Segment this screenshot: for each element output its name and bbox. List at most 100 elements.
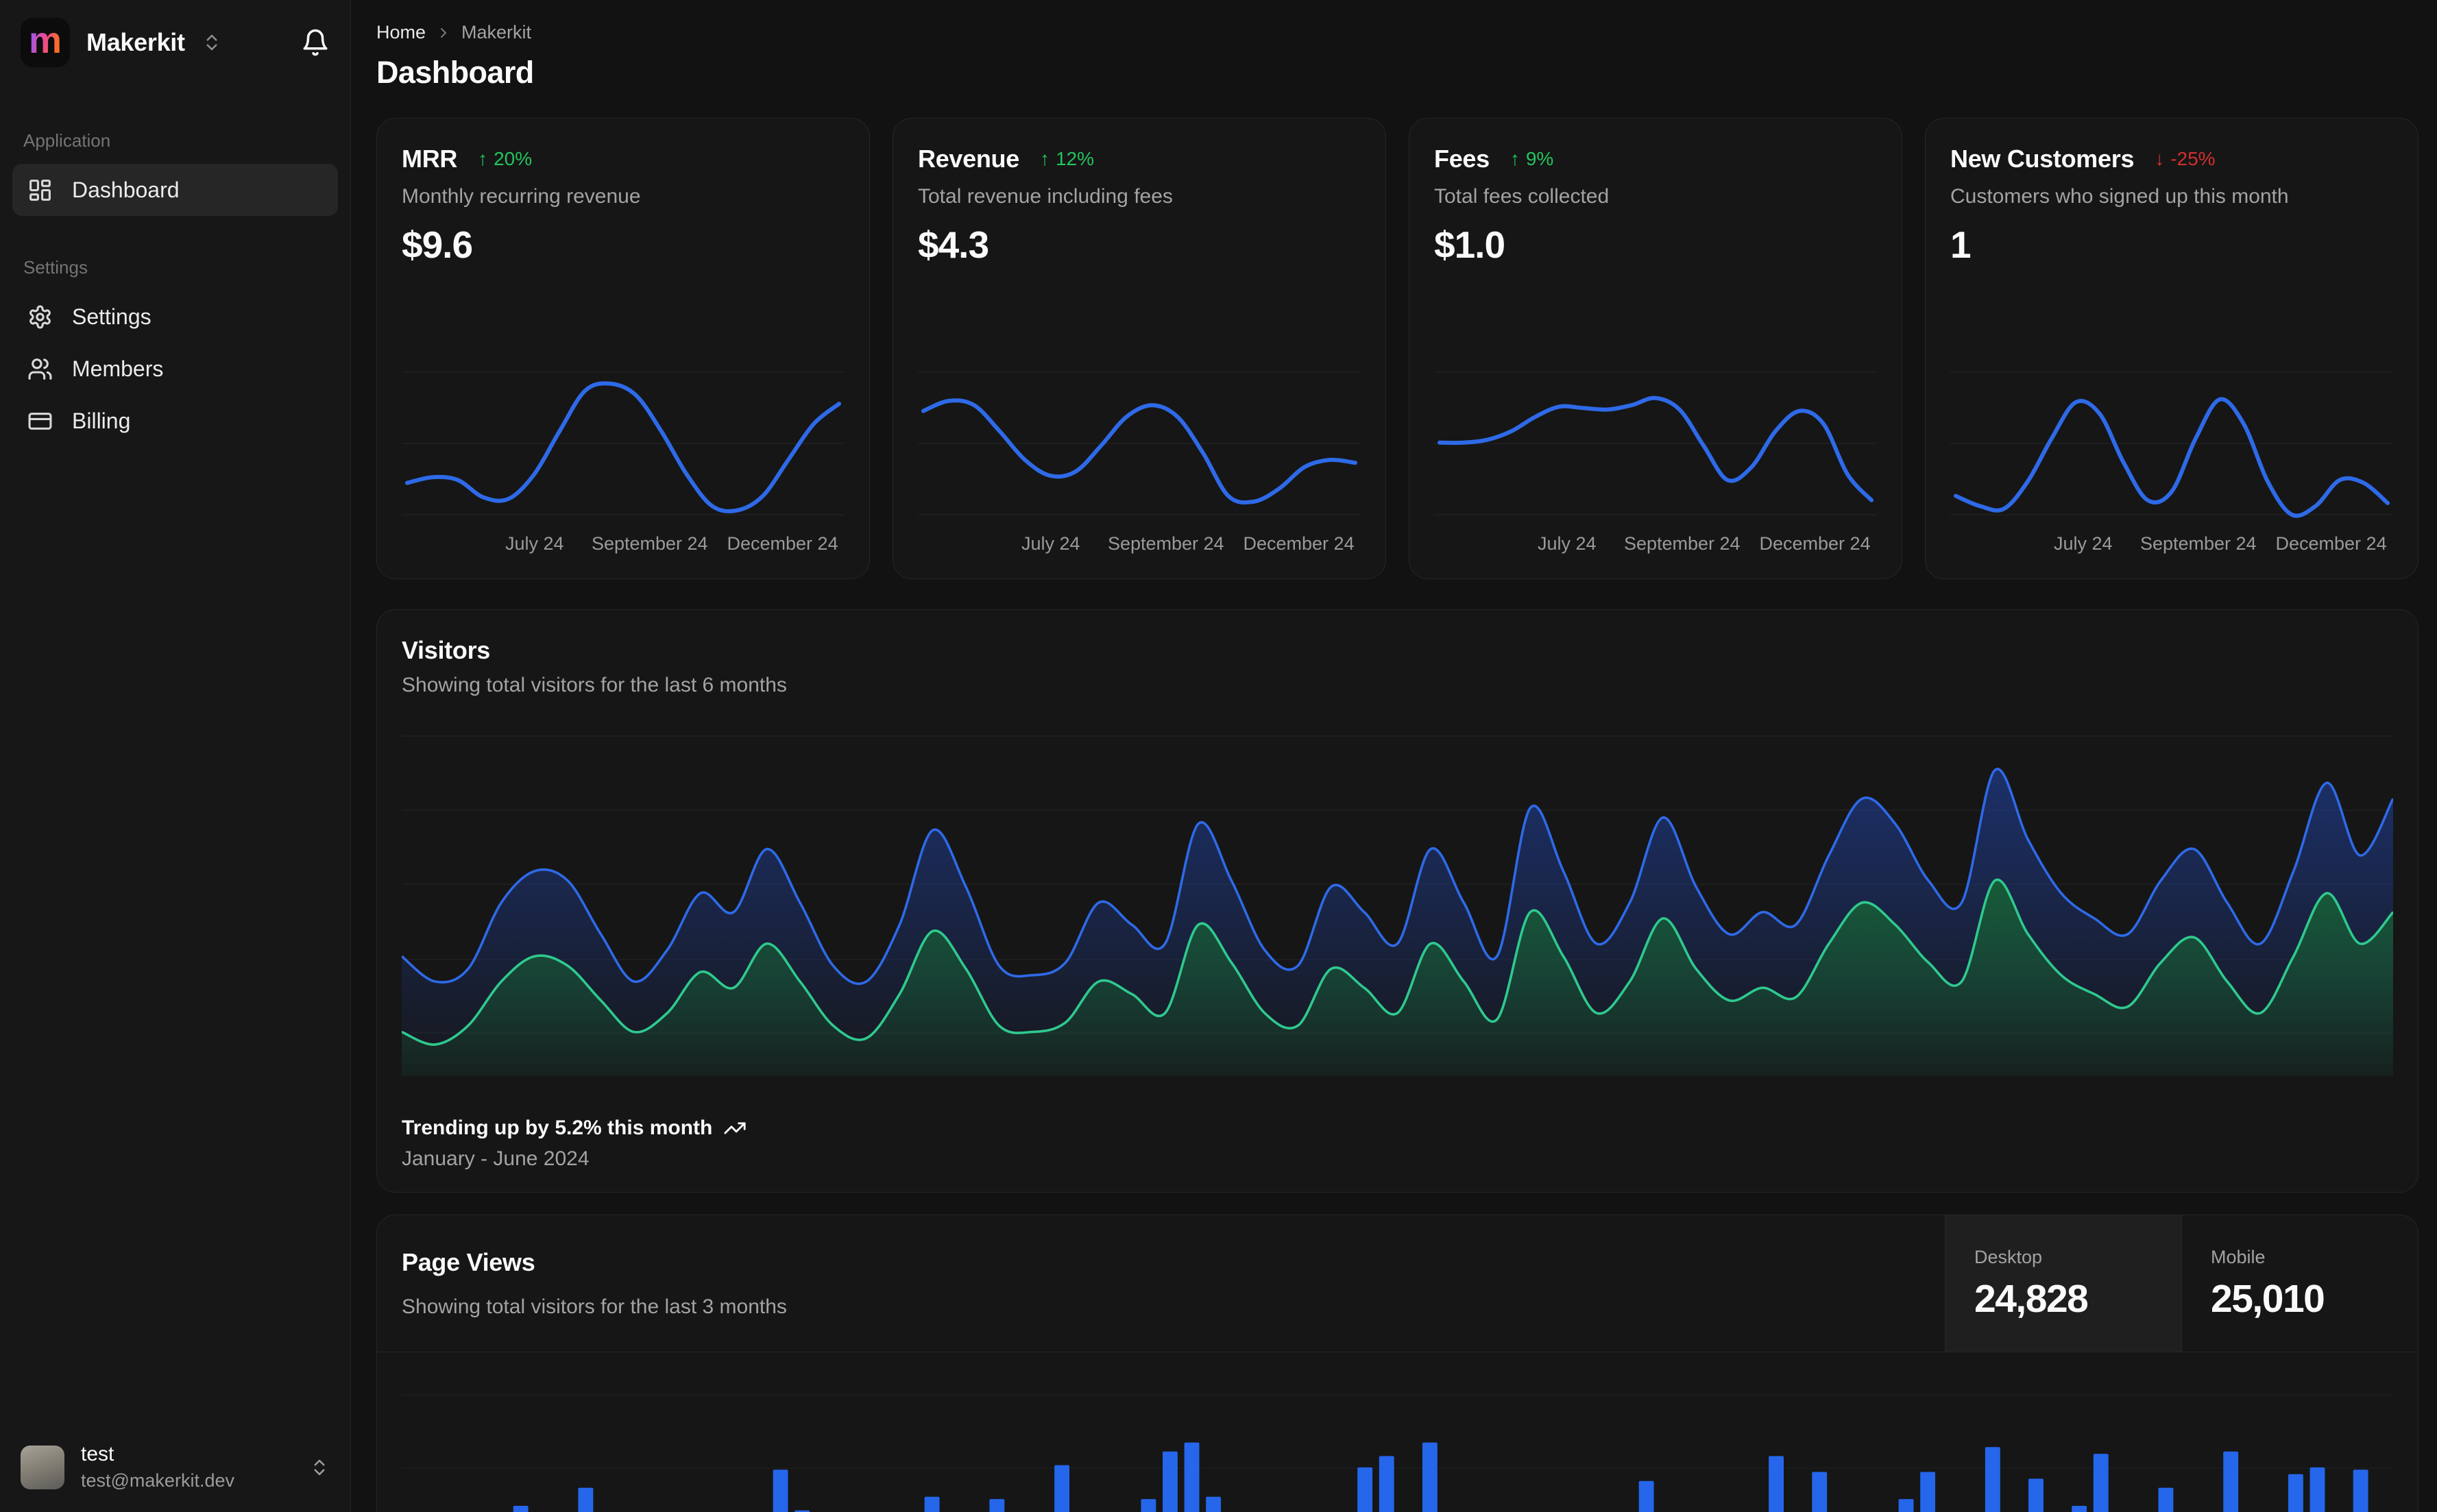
chevron-right-icon (441, 27, 447, 38)
breadcrumb-current: Makerkit (461, 22, 532, 42)
nav-section-label: Application (23, 130, 111, 151)
sparkline-x-axis: July 24 September 24 December 24 (918, 533, 1361, 562)
stat-value: $4.3 (918, 223, 989, 266)
sparkline-chart: July 24 September 24 December 24 (918, 356, 1361, 562)
stat-subtitle: Total fees collected (1434, 185, 1610, 208)
breadcrumb: Home Makerkit (376, 22, 2418, 43)
sparkline-chart: July 24 September 24 December 24 (402, 356, 845, 562)
x-tick-label: December 24 (1759, 533, 1871, 554)
stat-delta-badge: ↑ 12% (1040, 148, 1094, 170)
workspace-selector[interactable]: m Makerkit (0, 0, 350, 85)
sparkline-chart: July 24 September 24 December 24 (1434, 356, 1877, 562)
stat-title: Fees (1434, 145, 1490, 173)
visitors-title: Visitors (402, 636, 490, 664)
breadcrumb-home[interactable]: Home (376, 22, 426, 43)
billing-icon (28, 412, 52, 430)
chevrons-up-down-icon (206, 34, 217, 51)
x-tick-label: July 24 (2054, 533, 2113, 554)
user-name: test (81, 1443, 114, 1465)
visitors-subtitle: Showing total visitors for the last 6 mo… (402, 674, 787, 696)
sidebar-nav: Application Dashboard Settings Settings Memb… (0, 130, 350, 488)
main-content: Home Makerkit Dashboard MRR ↑ 20% Monthl… (351, 0, 2437, 1512)
stat-delta-badge: ↑ 20% (478, 148, 532, 170)
stat-delta-badge: ↓ -25% (2155, 148, 2215, 170)
stat-delta-value: 9% (1525, 148, 1554, 169)
desktop-value: 24,828 (1974, 1277, 2089, 1321)
page-views-bar-chart (402, 1394, 2393, 1512)
settings-icon (29, 305, 51, 328)
stat-delta-badge: ↑ 9% (1510, 148, 1553, 170)
stat-subtitle: Customers who signed up this month (1950, 185, 2289, 208)
stat-delta-value: -25% (2170, 148, 2216, 169)
page-views-title: Page Views (402, 1248, 535, 1276)
stat-delta-value: 20% (494, 148, 533, 169)
sidebar-item-billing[interactable]: Billing (12, 395, 338, 447)
x-tick-label: December 24 (727, 533, 838, 554)
sparkline-x-axis: July 24 September 24 December 24 (402, 533, 845, 562)
visitors-period: January - June 2024 (402, 1147, 590, 1170)
stat-title: MRR (402, 145, 458, 173)
dashboard-icon (29, 179, 51, 201)
stat-card: Revenue ↑ 12% Total revenue including fe… (893, 118, 1386, 579)
sidebar-item-members[interactable]: Members (12, 343, 338, 395)
bell-icon (303, 29, 328, 56)
trend-arrow-icon: ↑ (1039, 148, 1050, 169)
x-tick-label: September 24 (2139, 533, 2257, 554)
x-tick-label: September 24 (1623, 533, 1741, 554)
x-tick-label: September 24 (591, 533, 708, 554)
sidebar-item-label: Billing (72, 408, 131, 433)
user-menu[interactable]: test test@makerkit.dev (0, 1426, 350, 1512)
stat-value: 1 (1950, 223, 1972, 266)
trend-arrow-icon: ↓ (2155, 148, 2165, 169)
trending-up-icon (724, 1122, 746, 1134)
stat-card: MRR ↑ 20% Monthly recurring revenue $9.6… (376, 118, 870, 579)
makerkit-logo: m (21, 18, 70, 67)
nav-section-label: Settings (23, 257, 88, 278)
x-tick-label: July 24 (1021, 533, 1080, 554)
stat-card: Fees ↑ 9% Total fees collected $1.0 July… (1409, 118, 1902, 579)
stat-subtitle: Total revenue including fees (918, 185, 1173, 208)
stat-delta-value: 12% (1055, 148, 1095, 169)
visitors-trend-text: Trending up by 5.2% this month (402, 1117, 713, 1139)
sidebar: m Makerkit Application Dashboard Settings S… (0, 0, 351, 1512)
stat-subtitle: Monthly recurring revenue (402, 185, 641, 208)
trend-arrow-icon: ↑ (1510, 148, 1520, 169)
stat-title: New Customers (1950, 145, 2135, 173)
page-views-subtitle: Showing total visitors for the last 3 mo… (402, 1295, 787, 1318)
visitors-area-chart (402, 735, 2393, 1076)
desktop-toggle[interactable]: Desktop 24,828 (1945, 1215, 2181, 1352)
page-views-header: Page Views Showing total visitors for th… (377, 1215, 2418, 1352)
x-tick-label: September 24 (1107, 533, 1224, 554)
stat-title: Revenue (918, 145, 1019, 173)
user-avatar (21, 1445, 64, 1489)
mobile-label: Mobile (2211, 1247, 2266, 1267)
x-tick-label: July 24 (505, 533, 564, 554)
user-email: test@makerkit.dev (81, 1470, 234, 1491)
sparkline-x-axis: July 24 September 24 December 24 (1434, 533, 1877, 562)
sparkline-chart: July 24 September 24 December 24 (1950, 356, 2393, 562)
chevrons-up-down-icon (314, 1459, 325, 1475)
notifications-button[interactable] (301, 28, 330, 57)
mobile-toggle[interactable]: Mobile 25,010 (2181, 1215, 2418, 1352)
sidebar-item-label: Dashboard (72, 177, 180, 202)
mobile-value: 25,010 (2211, 1277, 2325, 1321)
stat-value: $1.0 (1434, 223, 1505, 266)
stat-value: $9.6 (402, 223, 473, 266)
visitors-card: Visitors Showing total visitors for the … (376, 609, 2418, 1193)
workspace-name: Makerkit (86, 28, 185, 56)
page-views-card: Page Views Showing total visitors for th… (376, 1215, 2418, 1512)
sidebar-item-dashboard[interactable]: Dashboard (12, 164, 338, 216)
visitors-trend: Trending up by 5.2% this month (402, 1117, 2393, 1140)
trend-arrow-icon: ↑ (478, 148, 488, 169)
x-tick-label: December 24 (1243, 533, 1355, 554)
sidebar-item-settings[interactable]: Settings (12, 291, 338, 343)
desktop-label: Desktop (1974, 1247, 2043, 1267)
x-tick-label: July 24 (1538, 533, 1597, 554)
stat-cards-row: MRR ↑ 20% Monthly recurring revenue $9.6… (376, 118, 2418, 579)
x-tick-label: December 24 (2275, 533, 2387, 554)
stat-card: New Customers ↓ -25% Customers who signe… (1925, 118, 2418, 579)
sidebar-item-label: Settings (72, 304, 151, 329)
members-icon (28, 358, 52, 380)
sidebar-item-label: Members (72, 356, 164, 381)
sparkline-x-axis: July 24 September 24 December 24 (1950, 533, 2393, 562)
